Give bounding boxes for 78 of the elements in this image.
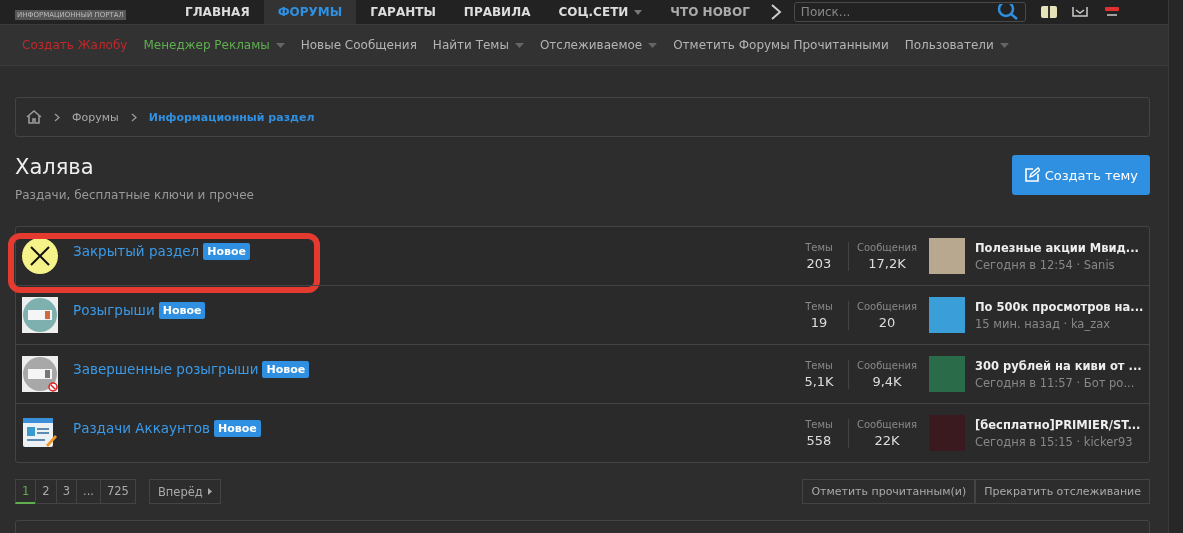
last-thread-link[interactable]: Полезные акции Мвид... [975,240,1143,255]
home-icon[interactable] [26,110,42,124]
breadcrumb-link[interactable]: Форумы [72,110,119,124]
search-icon[interactable] [996,4,1019,20]
next-page-button[interactable]: Вперёд [148,479,221,504]
last-post-meta: 15 мин. назад · ka_zax [975,316,1112,331]
stat-value: 5,1K [804,373,834,389]
page-title: Халява [15,154,95,181]
new-badge: Новое [203,242,250,260]
last-post-meta: Сегодня в 15:15 · kicker93 [975,434,1134,449]
forum-title-link[interactable]: Закрытый раздел [73,243,200,259]
action-button[interactable]: Прекратить отслеживание [975,479,1150,504]
last-thread-link[interactable]: 300 рублей на киви от ... [975,358,1143,373]
caret-icon [207,488,212,495]
stat-label: Темы [805,359,833,371]
subnav-link[interactable]: Отметить Форумы Прочитанными [673,38,889,52]
new-badge: Новое [158,301,206,319]
ticket-icon [22,297,58,333]
stat-label: Сообщения [857,300,917,312]
subnav-link[interactable]: Менеджер Рекламы [143,38,285,52]
closed-x-icon [22,238,58,274]
envelope-icon[interactable] [1071,7,1088,17]
page-link[interactable]: 1 [15,479,37,504]
stat-label: Темы [805,300,833,312]
stat-value: 20 [878,314,896,330]
chevron-right-icon [130,112,137,122]
search-field[interactable]: Поиск... [793,2,1026,22]
last-thread-link[interactable]: По 500к просмотров на... [975,299,1143,314]
stat-value: 22K [874,432,900,448]
last-post-meta: Сегодня в 11:57 · Бот ро... [975,375,1136,390]
stat-label: Сообщения [857,241,917,253]
stat-value: 19 [810,314,828,330]
caret-icon [648,42,658,48]
caret-icon [275,42,285,48]
forum-title-link[interactable]: Розыгрыши [73,302,155,318]
nav-tab[interactable]: СОЦ.СЕТИ [544,0,657,24]
stat-value: 203 [806,255,832,271]
nav-tab[interactable]: ФОРУМЫ [263,0,357,24]
stat-value: 17,2K [868,255,906,271]
nav-tab[interactable]: ГАРАНТЫ [356,0,450,24]
forum-title-link[interactable]: Завершенные розыгрыши [73,361,259,377]
stat-label: Темы [805,418,833,430]
subnav-link[interactable]: Найти Темы [432,38,524,52]
stat-label: Сообщения [857,359,917,371]
stat-label: Темы [805,241,833,253]
stat-value: 9,4K [872,373,902,389]
forum-title-link[interactable]: Раздачи Аккаунтов [73,420,210,436]
new-badge: Новое [262,360,310,378]
page-link[interactable]: 2 [35,479,57,504]
chevron-right-icon[interactable] [769,4,782,20]
new-badge: Новое [213,419,261,437]
action-button[interactable]: Отметить прочитанным(и) [802,479,976,504]
breadcrumb-link[interactable]: Информационный раздел [148,110,315,124]
caret-icon [634,9,643,15]
last-post-meta: Сегодня в 12:54 · Sanis [975,257,1116,272]
edit-icon [1023,167,1040,183]
page-link[interactable]: 3 [55,479,77,504]
ticket-icon [22,356,58,392]
id-card-icon [22,417,58,449]
caret-icon [999,42,1009,48]
page-link[interactable]: ... [76,479,101,504]
photo-placeholder [929,238,965,274]
subnav-link[interactable]: Новые Сообщения [300,38,417,52]
page-description: Раздачи, бесплатные ключи и прочее [15,188,254,202]
last-thread-link[interactable]: [бесплатно]PRIMIER/ST... [975,417,1143,432]
create-thread-button[interactable]: Создать тему [1011,155,1150,195]
stat-value: 558 [806,432,832,448]
photo-placeholder [929,356,965,392]
subnav-link[interactable]: Пользователи [904,38,1009,52]
subnav-link[interactable]: Отслеживаемое [539,38,658,52]
caret-icon [514,42,524,48]
stat-label: Сообщения [857,418,917,430]
chevron-right-icon [54,112,60,122]
nav-tab[interactable]: ЧТО НОВОГ [656,0,764,24]
nav-tab[interactable]: ПРАВИЛА [449,0,545,24]
nav-tab[interactable]: ГЛАВНАЯ [171,0,264,24]
photo-placeholder [929,297,965,333]
page-link[interactable]: 725 [99,479,136,504]
